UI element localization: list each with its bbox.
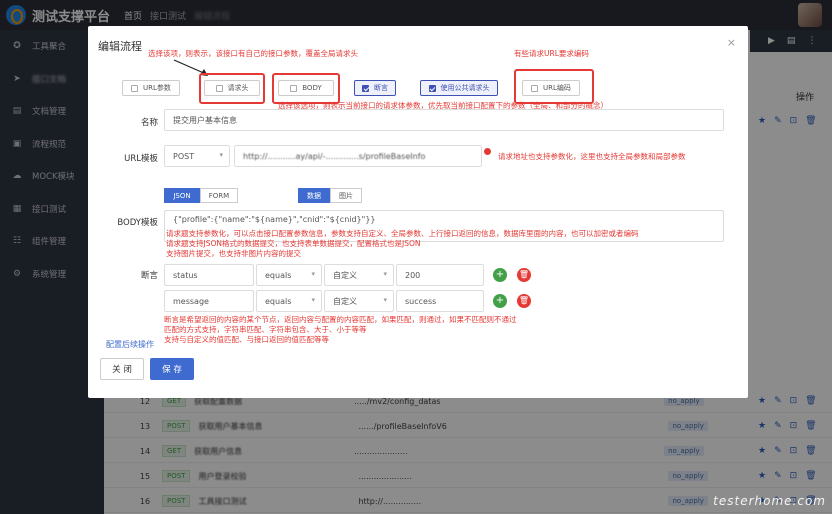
chevron-down-icon: ▾ bbox=[311, 296, 315, 304]
checkbox-icon bbox=[131, 84, 139, 92]
dialog-title: 编辑流程 bbox=[98, 40, 142, 53]
assert-op-value: equals bbox=[265, 296, 292, 306]
option-label: 断言 bbox=[374, 84, 388, 92]
url-value: http://...........ay/api/-.............s… bbox=[243, 151, 426, 161]
assert-value-input[interactable]: success bbox=[396, 290, 484, 312]
chevron-down-icon: ▾ bbox=[383, 296, 387, 304]
edit-flow-dialog: 编辑流程 × 选择该项，则表示，该接口有自己的接口参数，覆盖全局请求头 有些请求… bbox=[88, 26, 748, 398]
assert-type-select[interactable]: 自定义 ▾ bbox=[324, 264, 394, 286]
method-select[interactable]: POST ▾ bbox=[164, 145, 230, 167]
assert-field-value: message bbox=[173, 296, 209, 306]
option-assertion[interactable]: 断言 bbox=[354, 80, 396, 96]
chevron-down-icon: ▾ bbox=[311, 270, 315, 278]
body-value: {"profile":{"name":"${name}","cnid":"${c… bbox=[173, 215, 376, 224]
chevron-down-icon: ▾ bbox=[219, 151, 223, 159]
save-button[interactable]: 保 存 bbox=[150, 358, 194, 380]
assert-label: 断言 bbox=[140, 271, 158, 281]
delete-assertion-button[interactable]: 🗑 bbox=[517, 294, 531, 308]
assert-value: success bbox=[405, 296, 437, 306]
close-button[interactable]: 关 闭 bbox=[100, 358, 144, 380]
annotation-url-encode: 有些请求URL要求编码 bbox=[514, 49, 589, 58]
highlight-url-encode bbox=[514, 69, 594, 104]
assert-field-value: status bbox=[173, 270, 198, 280]
watermark: testerhome.com bbox=[713, 494, 826, 508]
name-label: 名称 bbox=[140, 118, 158, 128]
option-label: 使用公共请求头 bbox=[440, 84, 490, 92]
annotation-body-template-3: 支持图片提交，也支持非图片内容的提交 bbox=[166, 249, 301, 258]
assert-value-input[interactable]: 200 bbox=[396, 264, 484, 286]
name-input[interactable]: 提交用户基本信息 bbox=[164, 109, 724, 131]
add-assertion-button[interactable]: + bbox=[493, 268, 507, 282]
option-label: URL参数 bbox=[143, 84, 171, 92]
annotation-assert-2: 匹配的方式支持，字符串匹配、字符串包含、大于、小于等等 bbox=[164, 325, 367, 334]
assert-type-select[interactable]: 自定义 ▾ bbox=[324, 290, 394, 312]
highlight-body bbox=[272, 73, 340, 104]
assert-op-value: equals bbox=[265, 270, 292, 280]
annotation-url: 请求地址也支持参数化，这里也支持全局参数和局部参数 bbox=[498, 152, 686, 161]
assert-type-value: 自定义 bbox=[333, 296, 357, 306]
url-input[interactable]: http://...........ay/api/-.............s… bbox=[234, 145, 482, 167]
highlight-request-header bbox=[199, 73, 265, 104]
assert-field-input[interactable]: status bbox=[164, 264, 254, 286]
body-label: BODY模板 bbox=[117, 218, 158, 228]
tab-image[interactable]: 图片 bbox=[330, 188, 362, 203]
assert-type-value: 自定义 bbox=[333, 270, 357, 280]
required-dot bbox=[484, 148, 491, 155]
name-value: 提交用户基本信息 bbox=[173, 115, 237, 125]
url-label: URL模板 bbox=[124, 154, 158, 164]
annotation-body-template-1: 请求题支持参数化，可以点击接口配置参数信息，参数支持自定义、全局参数、上行接口返… bbox=[166, 229, 639, 238]
option-public-header[interactable]: 使用公共请求头 bbox=[420, 80, 498, 96]
checkbox-checked-icon bbox=[428, 84, 436, 92]
assert-value: 200 bbox=[405, 270, 421, 280]
method-value: POST bbox=[173, 151, 195, 161]
assert-op-select[interactable]: equals ▾ bbox=[256, 264, 322, 286]
chevron-down-icon: ▾ bbox=[383, 270, 387, 278]
tab-form[interactable]: FORM bbox=[200, 188, 238, 203]
assert-field-input[interactable]: message bbox=[164, 290, 254, 312]
annotation-assert-1: 断言是希望返回的内容的某个节点，返回内容与配置的内容匹配，如果匹配，则通过，如果… bbox=[164, 315, 517, 324]
delete-assertion-button[interactable]: 🗑 bbox=[517, 268, 531, 282]
annotation-assert-3: 支持与自定义的值匹配、与接口返回的值匹配等等 bbox=[164, 335, 329, 344]
close-icon[interactable]: × bbox=[727, 36, 736, 49]
annotation-body-template-2: 请求题支持JSON格式的数据提交，也支持表单数据提交，配置格式也是JSON bbox=[166, 239, 421, 248]
add-assertion-button[interactable]: + bbox=[493, 294, 507, 308]
tab-data[interactable]: 数据 bbox=[298, 188, 330, 203]
checkbox-checked-icon bbox=[362, 84, 369, 92]
followup-link[interactable]: 配置后续操作 bbox=[106, 339, 154, 350]
tab-json[interactable]: JSON bbox=[164, 188, 200, 203]
option-url-params[interactable]: URL参数 bbox=[122, 80, 180, 96]
assert-op-select[interactable]: equals ▾ bbox=[256, 290, 322, 312]
